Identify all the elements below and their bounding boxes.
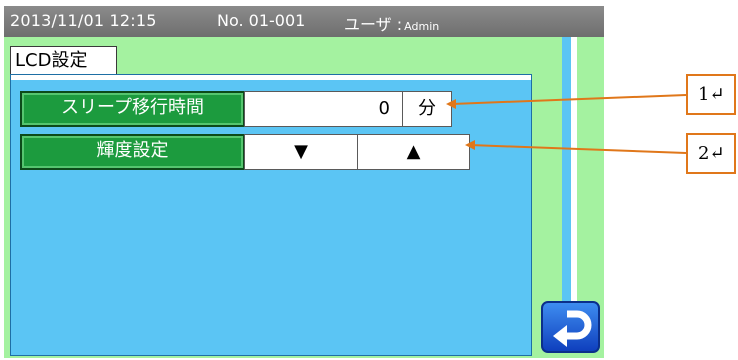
callout-2-arrowhead [465,140,475,150]
callout-1: 1↵ [686,74,736,115]
callout-lines [446,94,687,154]
callout-1-line [451,94,687,105]
callout-2: 2↵ [686,133,736,174]
callout-1-arrowhead [446,99,456,109]
callout-2-line [469,144,687,154]
